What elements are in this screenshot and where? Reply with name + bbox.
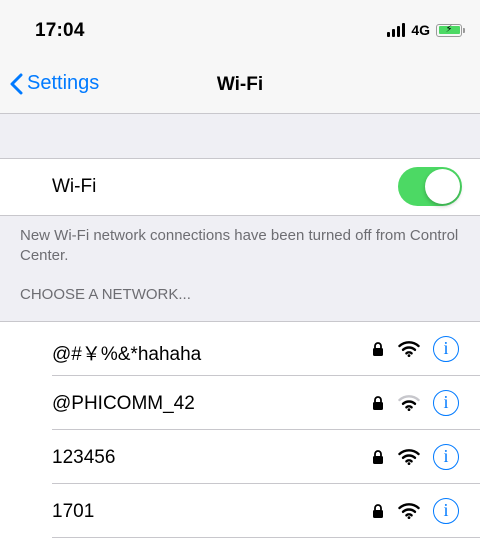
wifi-toggle-label: Wi-Fi	[52, 176, 97, 197]
back-button[interactable]: Settings	[10, 72, 99, 95]
network-name: 123456	[52, 447, 116, 468]
battery-cap	[463, 27, 465, 33]
battery-fill: ⚡	[438, 24, 460, 35]
network-name: @PHICOMM_42	[52, 393, 195, 414]
chevron-left-icon	[10, 73, 23, 94]
wifi-signal-icon	[398, 449, 420, 465]
network-name: @#￥%&*hahaha	[52, 344, 202, 365]
navigation-bar: Settings Wi-Fi	[0, 58, 480, 114]
status-time: 17:04	[35, 20, 85, 41]
control-center-notice: New Wi-Fi network connections have been …	[20, 227, 459, 264]
network-row[interactable]: 1701 i	[0, 484, 480, 538]
network-row[interactable]: @#￥%&*hahaha i	[0, 322, 480, 376]
status-bar: 17:04 4G ⚡	[0, 0, 480, 58]
network-list: @#￥%&*hahaha i @PHICOMM_42 i 123456 i 17…	[0, 322, 480, 538]
lock-icon	[373, 450, 383, 464]
lock-icon	[373, 504, 383, 518]
info-icon[interactable]: i	[433, 498, 459, 524]
wifi-toggle-row: Wi-Fi	[0, 159, 480, 216]
network-row[interactable]: @PHICOMM_42 i	[0, 376, 480, 430]
section-spacer	[0, 114, 480, 159]
networks-section-header: CHOOSE A NETWORK...	[0, 268, 480, 322]
lock-icon	[373, 396, 383, 410]
info-icon[interactable]: i	[433, 390, 459, 416]
network-type-label: 4G	[411, 22, 430, 38]
info-icon[interactable]: i	[433, 336, 459, 362]
charging-bolt-icon: ⚡	[445, 24, 453, 35]
info-icon[interactable]: i	[433, 444, 459, 470]
network-row[interactable]: 123456 i	[0, 430, 480, 484]
status-indicators: 4G ⚡	[387, 22, 465, 38]
wifi-signal-icon	[398, 341, 420, 357]
lock-icon	[373, 342, 383, 356]
toggle-knob	[425, 169, 460, 204]
battery-charging-icon: ⚡	[436, 23, 465, 37]
back-button-label: Settings	[27, 72, 100, 94]
wifi-toggle-switch[interactable]	[398, 167, 462, 206]
settings-content: Wi-Fi New Wi-Fi network connections have…	[0, 114, 480, 538]
wifi-signal-icon	[398, 503, 420, 519]
cellular-signal-icon	[387, 23, 406, 37]
network-name: 1701	[52, 501, 95, 522]
wifi-signal-icon	[398, 395, 420, 411]
